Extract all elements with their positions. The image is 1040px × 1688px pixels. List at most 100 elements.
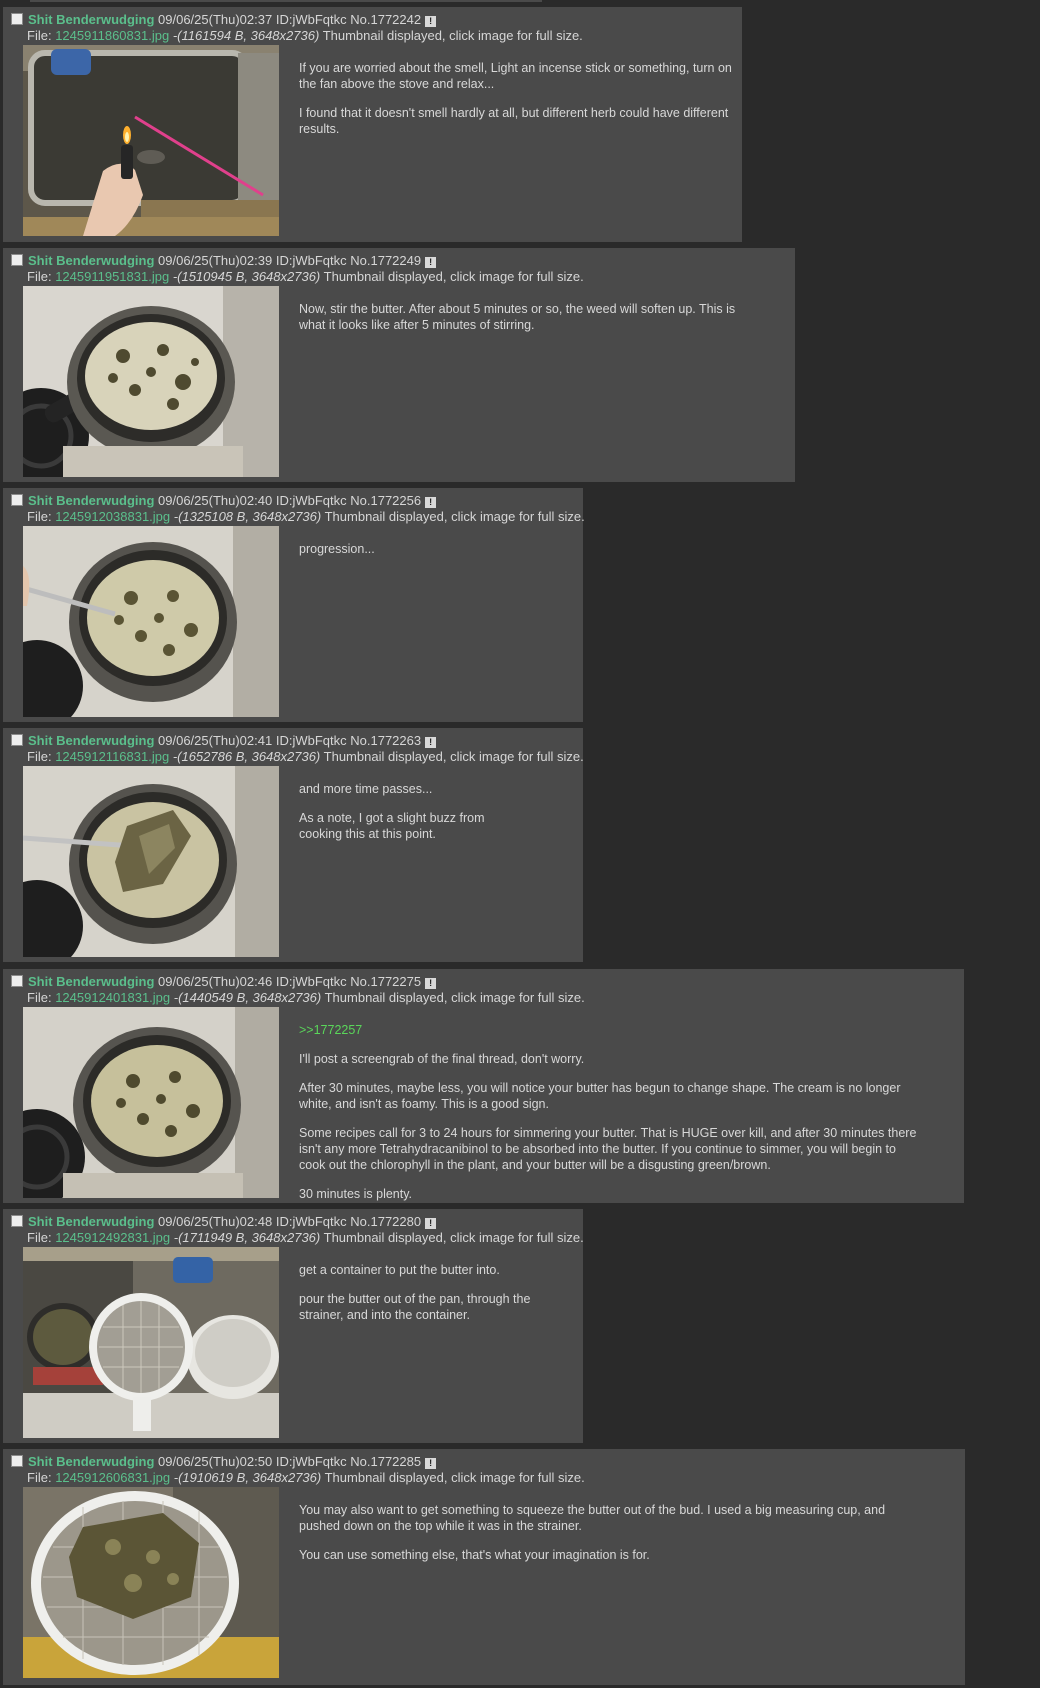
report-icon[interactable]: ! — [425, 1458, 437, 1469]
post-select-checkbox[interactable] — [11, 1455, 23, 1467]
file-link[interactable]: 1245911860831.jpg — [55, 28, 169, 43]
reply-post: Shit Benderwudging 09/06/25(Thu)02:40 ID… — [3, 488, 585, 722]
reply-post: Shit Benderwudging 09/06/25(Thu)02:41 ID… — [3, 728, 584, 962]
poster-id: ID:jWbFqtkc — [275, 12, 347, 27]
post-select-checkbox[interactable] — [11, 494, 23, 506]
poster-name: Shit Benderwudging — [28, 733, 155, 748]
post-message: >>1772257 I'll post a screengrab of the … — [299, 1022, 919, 1215]
post-number-link[interactable]: No.1772249 — [350, 253, 421, 268]
post-select-checkbox[interactable] — [11, 1215, 23, 1227]
file-meta: -(1510945 B, 3648x2736) — [172, 269, 321, 284]
file-info: File: 1245912492831.jpg -(1711949 B, 364… — [27, 1230, 584, 1246]
thumbnail-note: Thumbnail displayed, click image for ful… — [324, 509, 585, 524]
top-border-strip — [30, 0, 542, 2]
post-thumbnail[interactable] — [23, 526, 279, 717]
message-paragraph: 30 minutes is plenty. — [299, 1187, 413, 1201]
post-message: You may also want to get something to sq… — [299, 1502, 919, 1576]
post-header: Shit Benderwudging 09/06/25(Thu)02:50 ID… — [11, 1454, 437, 1470]
poster-id: ID:jWbFqtkc — [275, 253, 347, 268]
post-thumbnail[interactable] — [23, 1487, 279, 1678]
file-meta: -(1711949 B, 3648x2736) — [173, 1230, 321, 1245]
quote-link[interactable]: >>1772257 — [299, 1023, 362, 1037]
fork-lifting-herb-photo — [23, 766, 279, 957]
thumbnail-note: Thumbnail displayed, click image for ful… — [322, 28, 583, 43]
poster-id: ID:jWbFqtkc — [275, 493, 347, 508]
file-link[interactable]: 1245911951831.jpg — [55, 269, 169, 284]
poster-name: Shit Benderwudging — [28, 1454, 155, 1469]
poster-name: Shit Benderwudging — [28, 974, 155, 989]
message-paragraph: Some recipes call for 3 to 24 hours for … — [299, 1126, 917, 1172]
message-paragraph: I'll post a screengrab of the final thre… — [299, 1052, 585, 1066]
file-link[interactable]: 1245912492831.jpg — [55, 1230, 170, 1245]
post-datetime: 09/06/25(Thu)02:41 — [158, 733, 273, 748]
file-label: File: — [27, 990, 52, 1005]
poster-id: ID:jWbFqtkc — [275, 733, 347, 748]
post-datetime: 09/06/25(Thu)02:37 — [158, 12, 273, 27]
message-paragraph: and more time passes... — [299, 782, 433, 796]
post-select-checkbox[interactable] — [11, 254, 23, 266]
post-header: Shit Benderwudging 09/06/25(Thu)02:37 ID… — [11, 12, 437, 28]
message-paragraph: You may also want to get something to sq… — [299, 1503, 886, 1533]
file-info: File: 1245912606831.jpg -(1910619 B, 364… — [27, 1470, 585, 1486]
reply-post: Shit Benderwudging 09/06/25(Thu)02:37 ID… — [3, 7, 742, 242]
report-icon[interactable]: ! — [425, 497, 437, 508]
post-header: Shit Benderwudging 09/06/25(Thu)02:39 ID… — [11, 253, 437, 269]
post-select-checkbox[interactable] — [11, 13, 23, 25]
simmering-butter-photo — [23, 1007, 279, 1198]
message-paragraph: progression... — [299, 542, 375, 556]
file-meta: -(1161594 B, 3648x2736) — [172, 28, 320, 43]
file-label: File: — [27, 1230, 52, 1245]
post-thumbnail[interactable] — [23, 1007, 279, 1198]
file-label: File: — [27, 509, 52, 524]
post-thumbnail[interactable] — [23, 286, 279, 477]
post-thumbnail[interactable] — [23, 45, 279, 236]
reply-post: Shit Benderwudging 09/06/25(Thu)02:39 ID… — [3, 248, 795, 482]
report-icon[interactable]: ! — [425, 16, 437, 27]
poster-id: ID:jWbFqtkc — [275, 1214, 347, 1229]
post-number-link[interactable]: No.1772275 — [350, 974, 421, 989]
butter-pan-fork-photo — [23, 526, 279, 717]
file-link[interactable]: 1245912606831.jpg — [55, 1470, 170, 1485]
post-number-link[interactable]: No.1772242 — [350, 12, 421, 27]
post-datetime: 09/06/25(Thu)02:40 — [158, 493, 273, 508]
reply-post: Shit Benderwudging 09/06/25(Thu)02:48 ID… — [3, 1209, 584, 1443]
file-meta: -(1910619 B, 3648x2736) — [173, 1470, 322, 1485]
file-label: File: — [27, 1470, 52, 1485]
post-thumbnail[interactable] — [23, 1247, 279, 1438]
poster-name: Shit Benderwudging — [28, 12, 155, 27]
post-thumbnail[interactable] — [23, 766, 279, 957]
message-paragraph: pour the butter out of the pan, through … — [299, 1292, 531, 1322]
post-select-checkbox[interactable] — [11, 975, 23, 987]
post-number-link[interactable]: No.1772285 — [350, 1454, 421, 1469]
reply-post: Shit Benderwudging 09/06/25(Thu)02:50 ID… — [3, 1449, 965, 1685]
report-icon[interactable]: ! — [425, 737, 437, 748]
thumbnail-note: Thumbnail displayed, click image for ful… — [323, 749, 584, 764]
post-number-link[interactable]: No.1772280 — [350, 1214, 421, 1229]
post-select-checkbox[interactable] — [11, 734, 23, 746]
post-header: Shit Benderwudging 09/06/25(Thu)02:40 ID… — [11, 493, 437, 509]
report-icon[interactable]: ! — [425, 257, 437, 268]
file-label: File: — [27, 749, 52, 764]
report-icon[interactable]: ! — [425, 1218, 437, 1229]
thumbnail-note: Thumbnail displayed, click image for ful… — [323, 269, 584, 284]
reply-post: Shit Benderwudging 09/06/25(Thu)02:46 ID… — [3, 969, 964, 1203]
post-number-link[interactable]: No.1772263 — [350, 733, 421, 748]
message-paragraph: get a container to put the butter into. — [299, 1263, 500, 1277]
poster-id: ID:jWbFqtkc — [275, 1454, 347, 1469]
file-link[interactable]: 1245912038831.jpg — [55, 509, 170, 524]
file-label: File: — [27, 269, 52, 284]
post-datetime: 09/06/25(Thu)02:46 — [158, 974, 273, 989]
poster-name: Shit Benderwudging — [28, 253, 155, 268]
file-link[interactable]: 1245912401831.jpg — [55, 990, 170, 1005]
post-message: If you are worried about the smell, Ligh… — [299, 60, 742, 150]
file-meta: -(1440549 B, 3648x2736) — [173, 990, 322, 1005]
file-info: File: 1245912038831.jpg -(1325108 B, 364… — [27, 509, 585, 525]
lighter-incense-sink-photo — [23, 45, 279, 236]
post-datetime: 09/06/25(Thu)02:48 — [158, 1214, 273, 1229]
message-paragraph: As a note, I got a slight buzz from cook… — [299, 811, 485, 841]
report-icon[interactable]: ! — [425, 978, 437, 989]
file-link[interactable]: 1245912116831.jpg — [55, 749, 169, 764]
post-header: Shit Benderwudging 09/06/25(Thu)02:48 ID… — [11, 1214, 437, 1230]
post-number-link[interactable]: No.1772256 — [350, 493, 421, 508]
file-info: File: 1245911860831.jpg -(1161594 B, 364… — [27, 28, 583, 44]
